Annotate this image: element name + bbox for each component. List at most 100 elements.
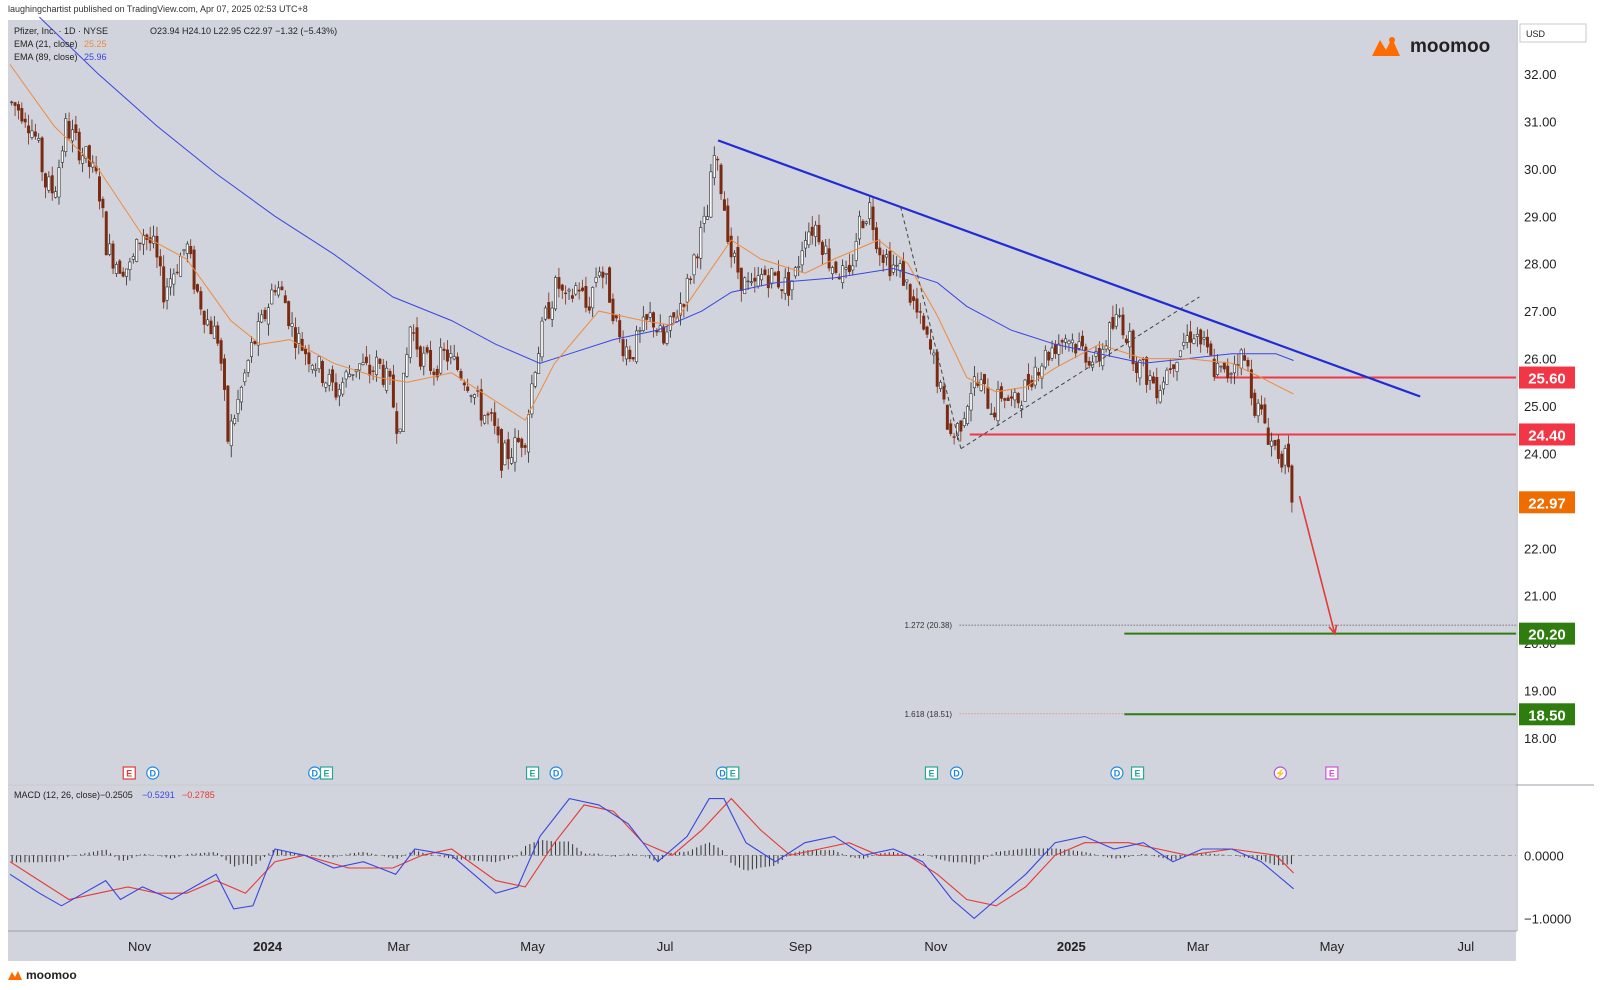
candle-body [503, 442, 507, 466]
candle-body [27, 125, 31, 134]
candle-body [16, 104, 20, 111]
candle-body [1124, 338, 1128, 343]
candle-body [307, 352, 311, 365]
candle-body [496, 426, 500, 436]
macd-legend-value: −0.5291 [142, 790, 175, 800]
candle-body [1283, 448, 1287, 466]
candle-body [878, 247, 882, 256]
candle-body [111, 243, 115, 269]
candle-body [1010, 396, 1014, 399]
candle-body [1239, 349, 1243, 369]
candle-body [584, 286, 588, 308]
candle-body [273, 290, 277, 293]
candle-body [344, 371, 348, 380]
candle-body [841, 265, 845, 283]
candle-body [800, 250, 804, 266]
candle-body [749, 281, 753, 284]
candle-body [1226, 365, 1230, 379]
price-tick-label: 29.00 [1524, 209, 1557, 224]
candle-body [1273, 439, 1277, 446]
candle-body [1290, 465, 1294, 503]
candle-body [67, 120, 71, 139]
candle-body [429, 349, 433, 371]
candle-body [662, 326, 666, 344]
candle-body [641, 316, 645, 331]
candle-body [293, 327, 297, 348]
time-tick-label: Mar [387, 939, 410, 954]
candle-body [57, 167, 61, 198]
candle-body [283, 295, 287, 304]
candle-body [814, 224, 818, 237]
candle-body [608, 267, 612, 303]
candle-body [135, 238, 139, 262]
candle-body [905, 279, 909, 283]
level-tag-label: 20.20 [1528, 627, 1566, 644]
candle-body [597, 271, 601, 277]
candle-body [831, 267, 834, 275]
candle-body [685, 278, 689, 303]
candle-body [1037, 371, 1041, 376]
candle-body [1141, 358, 1145, 361]
candle-body [168, 278, 172, 288]
candle-body [1246, 360, 1250, 367]
currency-label: USD [1526, 29, 1546, 39]
event-marker-label: D [311, 769, 318, 779]
candle-body [351, 374, 355, 376]
price-tick-label: 28.00 [1524, 257, 1557, 272]
candle-body [456, 356, 460, 370]
candle-body [726, 205, 730, 243]
candle-body [668, 316, 672, 331]
candle-body [827, 248, 831, 269]
candle-body [868, 202, 872, 220]
candle-body [780, 289, 784, 292]
candle-body [405, 354, 409, 377]
candle-body [922, 315, 926, 330]
candle-body [277, 287, 281, 296]
candle-body [1270, 440, 1274, 447]
candle-body [381, 364, 385, 385]
candle-body [506, 439, 510, 459]
candle-body [260, 314, 264, 323]
candle-body [918, 311, 922, 313]
price-chart[interactable]: 1.272 (20.38)1.618 (18.51) E D D E E D D E E D D E ⚡… [0, 0, 1600, 965]
candle-body [98, 176, 101, 202]
candle-body [270, 289, 274, 305]
candle-body [239, 386, 243, 403]
candle-body [425, 347, 429, 353]
macd-legend-value: −0.2785 [182, 790, 215, 800]
candle-body [564, 292, 568, 295]
candle-body [912, 296, 916, 301]
candle-body [1192, 338, 1196, 344]
price-tick-label: 32.00 [1524, 67, 1557, 82]
ohlc-readout: O23.94 H24.10 L22.95 C22.97 −1.32 (−5.43… [150, 26, 337, 36]
candle-body [682, 304, 686, 307]
candle-body [250, 342, 253, 357]
candle-body [175, 271, 179, 274]
candle-body [1070, 339, 1074, 344]
candle-body [304, 348, 308, 355]
candle-body [804, 240, 807, 249]
candle-body [915, 298, 919, 313]
candle-body [165, 286, 169, 301]
candle-body [422, 352, 426, 367]
candle-body [138, 242, 142, 245]
candle-body [1131, 330, 1135, 365]
macd-legend: MACD (12, 26, close) [14, 790, 100, 800]
candle-body [624, 346, 628, 360]
candle-body [1185, 335, 1189, 343]
candle-body [999, 386, 1003, 399]
candle-body [398, 428, 402, 432]
candle-body [1006, 397, 1010, 402]
candle-body [162, 266, 166, 303]
candle-body [928, 339, 932, 350]
candle-body [101, 198, 105, 209]
candle-body [341, 382, 345, 395]
candle-body [1158, 390, 1162, 403]
candle-body [87, 145, 91, 167]
candle-body [689, 278, 693, 280]
price-tick-label: 31.00 [1524, 114, 1557, 129]
moomoo-mini-icon [8, 971, 22, 980]
candle-body [472, 394, 476, 398]
candle-body [932, 352, 936, 356]
time-tick-label: Jul [657, 939, 674, 954]
